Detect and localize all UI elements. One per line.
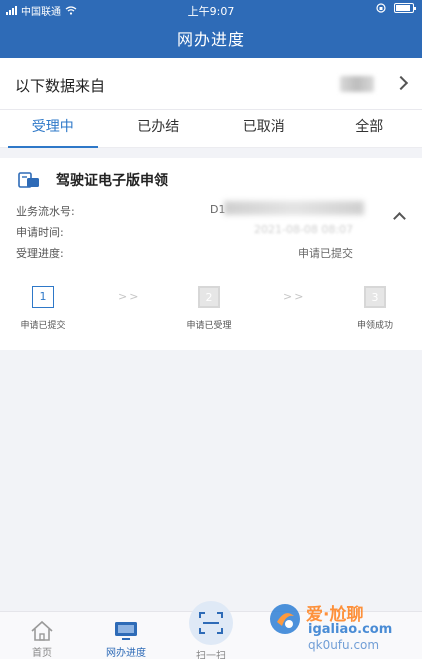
step-3-badge: 3 [364,286,386,308]
card-title: 驾驶证电子版申领 [56,173,168,189]
step-separator: >> [118,290,141,303]
battery-icon [394,3,416,13]
step-separator: >> [283,290,306,303]
apply-time-label: 申请时间: [16,226,64,239]
orientation-lock-icon [376,3,386,13]
nav-progress[interactable]: 网办进度 [96,620,156,659]
chevron-up-icon[interactable] [393,212,406,225]
page-title: 网办进度 [176,30,245,49]
chevron-right-icon[interactable] [393,75,409,91]
scan-button[interactable] [189,601,233,645]
tab-processing[interactable]: 受理中 [0,110,106,148]
watermark-logo-icon [270,604,300,634]
status-time: 上午9:07 [187,5,235,18]
data-source-row[interactable]: 以下数据来自 [0,58,422,110]
step-2-badge: 2 [198,286,220,308]
apply-time-value: 2021-08-08 08:07 [254,223,354,236]
step-1-label: 申请已提交 [20,321,66,331]
step-3-label: 申领成功 [356,321,393,331]
watermark: 爱·尬聊 igaliao.com qk0ufu.com [268,598,418,652]
step-2-label: 申请已受理 [186,321,232,331]
license-card-icon [18,172,39,188]
nav-home-label: 首页 [32,648,52,659]
watermark-url-2: qk0ufu.com [308,638,380,652]
monitor-icon [115,622,137,640]
home-icon [31,620,53,641]
scan-icon [199,612,223,634]
progress-label: 受理进度: [16,247,64,260]
redacted-serial [224,201,364,215]
tab-cancelled[interactable]: 已取消 [211,110,317,147]
redacted-source [340,76,374,92]
tab-all[interactable]: 全部 [317,110,422,147]
data-source-label: 以下数据来自 [15,77,106,95]
tab-completed[interactable]: 已办结 [106,110,212,147]
nav-home[interactable]: 首页 [12,620,72,659]
status-bar: 中国联通 上午9:07 [0,0,422,18]
progress-value: 申请已提交 [298,247,353,260]
top-bar: 中国联通 上午9:07 网办进度 [0,0,422,58]
status-tabs: 受理中 已办结 已取消 全部 [0,110,422,148]
nav-progress-label: 网办进度 [106,648,146,659]
watermark-url: igaliao.com [308,622,393,637]
step-1-badge: 1 [32,286,54,308]
serial-label: 业务流水号: [16,205,75,218]
application-card[interactable]: 驾驶证电子版申领 业务流水号: D1 申请时间: 2021-08-08 08:0… [0,158,422,350]
scan-label: 扫一扫 [196,651,226,659]
